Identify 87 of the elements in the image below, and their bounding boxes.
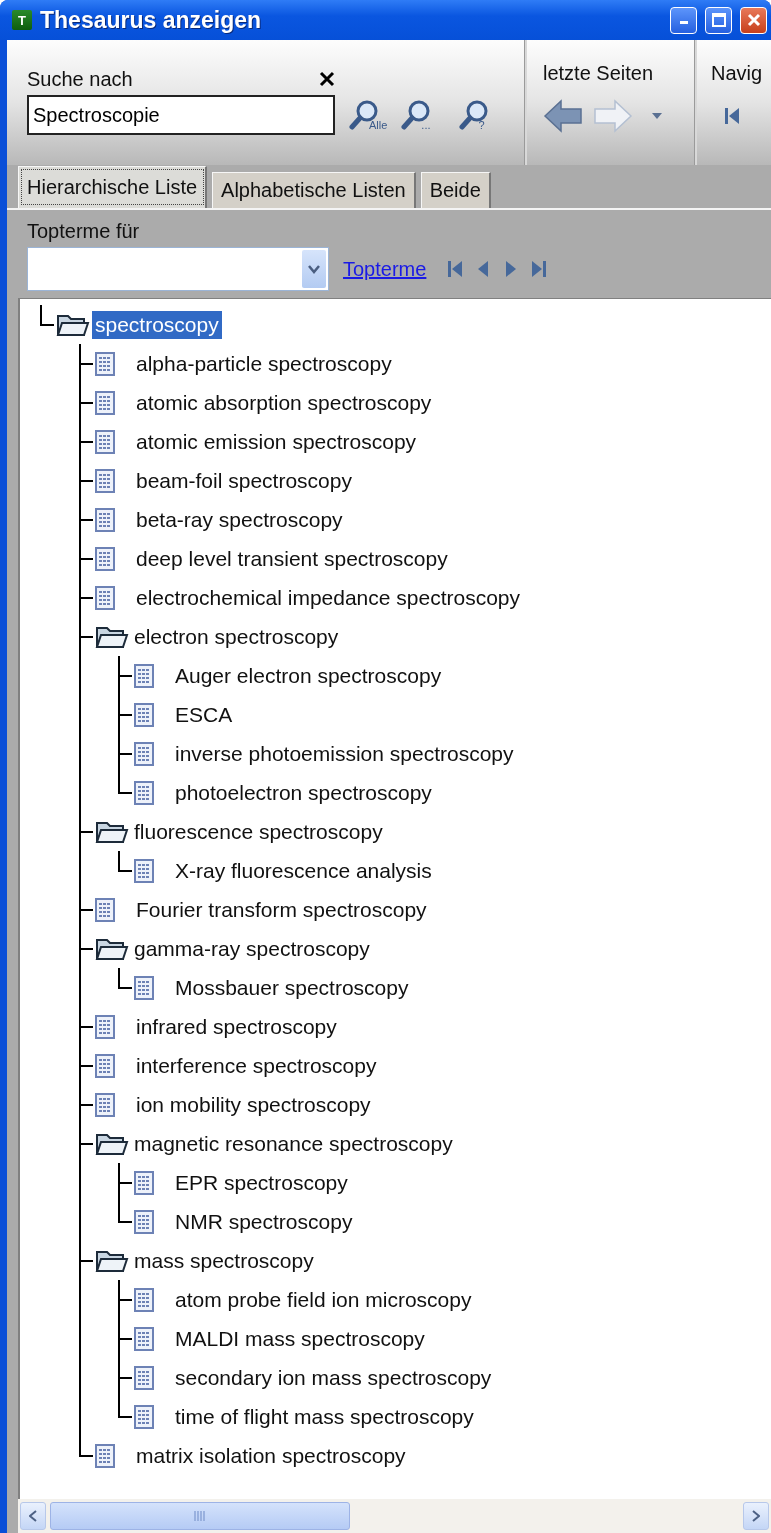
- search-field[interactable]: Spectroscopie: [27, 95, 335, 135]
- last-page-icon[interactable]: [530, 258, 549, 280]
- document-icon: [134, 1326, 154, 1351]
- tree-item[interactable]: infrared spectroscopy: [133, 1012, 340, 1041]
- document-icon: [134, 858, 154, 883]
- maximize-button[interactable]: [705, 6, 732, 34]
- chevron-down-icon: [307, 264, 321, 274]
- tree-item[interactable]: X-ray fluorescence analysis: [172, 856, 435, 885]
- grip-icon: [193, 1510, 207, 1522]
- tree-item[interactable]: atomic absorption spectroscopy: [133, 388, 435, 417]
- search-button[interactable]: Alle: [349, 99, 388, 131]
- tree-item[interactable]: gamma-ray spectroscopy: [131, 934, 373, 963]
- tree-item[interactable]: beam-foil spectroscopy: [133, 466, 355, 495]
- tree-item[interactable]: alpha-particle spectroscopy: [133, 349, 395, 378]
- document-icon: [95, 351, 115, 376]
- maximize-icon: [711, 13, 726, 27]
- tab[interactable]: Beide: [420, 172, 491, 208]
- topterms-dropdown[interactable]: [27, 247, 329, 291]
- topterms-label: Topterme für: [27, 220, 140, 242]
- tree-item[interactable]: photoelectron spectroscopy: [172, 778, 435, 807]
- close-icon: [746, 13, 761, 27]
- search-icon: [401, 99, 432, 131]
- document-icon: [95, 429, 115, 454]
- document-icon: [95, 546, 115, 571]
- app-icon: T: [12, 10, 32, 30]
- document-icon: [95, 1092, 115, 1117]
- tree-item[interactable]: Fourier transform spectroscopy: [133, 895, 430, 924]
- document-icon: [134, 1404, 154, 1429]
- tree-item[interactable]: electrochemical impedance spectroscopy: [133, 583, 524, 612]
- document-icon: [95, 897, 115, 922]
- recent-pages-label: letzte Seiten: [543, 62, 654, 84]
- tab[interactable]: Hierarchische Liste: [18, 166, 208, 208]
- back-arrow-icon[interactable]: [543, 99, 583, 133]
- tree-item[interactable]: mass spectroscopy: [131, 1246, 317, 1275]
- document-icon: [95, 585, 115, 610]
- search-button[interactable]: ?: [458, 99, 485, 131]
- tree-item[interactable]: time of flight mass spectroscopy: [172, 1402, 477, 1431]
- search-icon: [458, 99, 489, 131]
- close-icon: [319, 71, 335, 87]
- document-icon: [134, 1170, 154, 1195]
- tree-item[interactable]: Auger electron spectroscopy: [172, 661, 445, 690]
- tree-item[interactable]: fluorescence spectroscopy: [131, 817, 386, 846]
- document-icon: [134, 975, 154, 1000]
- close-button[interactable]: [740, 6, 767, 34]
- scroll-left-button[interactable]: [20, 1502, 46, 1530]
- tree-item[interactable]: inverse photoemission spectroscopy: [172, 739, 517, 768]
- topterms-link[interactable]: Topterme: [343, 257, 427, 281]
- tree-item[interactable]: spectroscopy: [92, 310, 222, 339]
- document-icon: [95, 507, 115, 532]
- document-icon: [134, 741, 154, 766]
- document-icon: [95, 1443, 115, 1468]
- window-title: Thesaurus anzeigen: [40, 6, 263, 34]
- document-icon: [134, 702, 154, 727]
- dropdown-caret-icon[interactable]: [651, 112, 663, 120]
- document-icon: [95, 1014, 115, 1039]
- document-icon: [134, 1287, 154, 1312]
- search-label: Suche nach: [27, 68, 133, 91]
- document-icon: [134, 1209, 154, 1234]
- document-icon: [95, 468, 115, 493]
- navigation-label: Navig: [711, 62, 763, 84]
- scroll-right-button[interactable]: [743, 1502, 769, 1530]
- document-icon: [134, 780, 154, 805]
- minimize-button[interactable]: [670, 6, 697, 34]
- search-button[interactable]: ...: [401, 99, 431, 131]
- tree-item[interactable]: atomic emission spectroscopy: [133, 427, 420, 456]
- tree-item[interactable]: electron spectroscopy: [131, 622, 342, 651]
- tree-item[interactable]: secondary ion mass spectroscopy: [172, 1363, 495, 1392]
- first-page-icon[interactable]: [446, 258, 465, 280]
- tree-item[interactable]: magnetic resonance spectroscopy: [131, 1129, 456, 1158]
- tree-item[interactable]: deep level transient spectroscopy: [133, 544, 451, 573]
- tree-item[interactable]: EPR spectroscopy: [172, 1168, 351, 1197]
- tree-item[interactable]: NMR spectroscopy: [172, 1207, 356, 1236]
- document-icon: [134, 663, 154, 688]
- tree-item[interactable]: MALDI mass spectroscopy: [172, 1324, 428, 1353]
- tab[interactable]: Alphabetische Listen: [212, 172, 416, 208]
- document-icon: [134, 1365, 154, 1390]
- first-page-icon[interactable]: [723, 105, 741, 127]
- tree-item[interactable]: atom probe field ion microscopy: [172, 1285, 475, 1314]
- scrollbar-thumb[interactable]: [50, 1502, 350, 1530]
- tree-item[interactable]: Mossbauer spectroscopy: [172, 973, 412, 1002]
- tree-item[interactable]: ion mobility spectroscopy: [133, 1090, 374, 1119]
- tree-item[interactable]: matrix isolation spectroscopy: [133, 1441, 409, 1470]
- tree-item[interactable]: ESCA: [172, 700, 236, 729]
- tree-item[interactable]: interference spectroscopy: [133, 1051, 380, 1080]
- document-icon: [95, 390, 115, 415]
- tree-item[interactable]: beta-ray spectroscopy: [133, 505, 346, 534]
- document-icon: [95, 1053, 115, 1078]
